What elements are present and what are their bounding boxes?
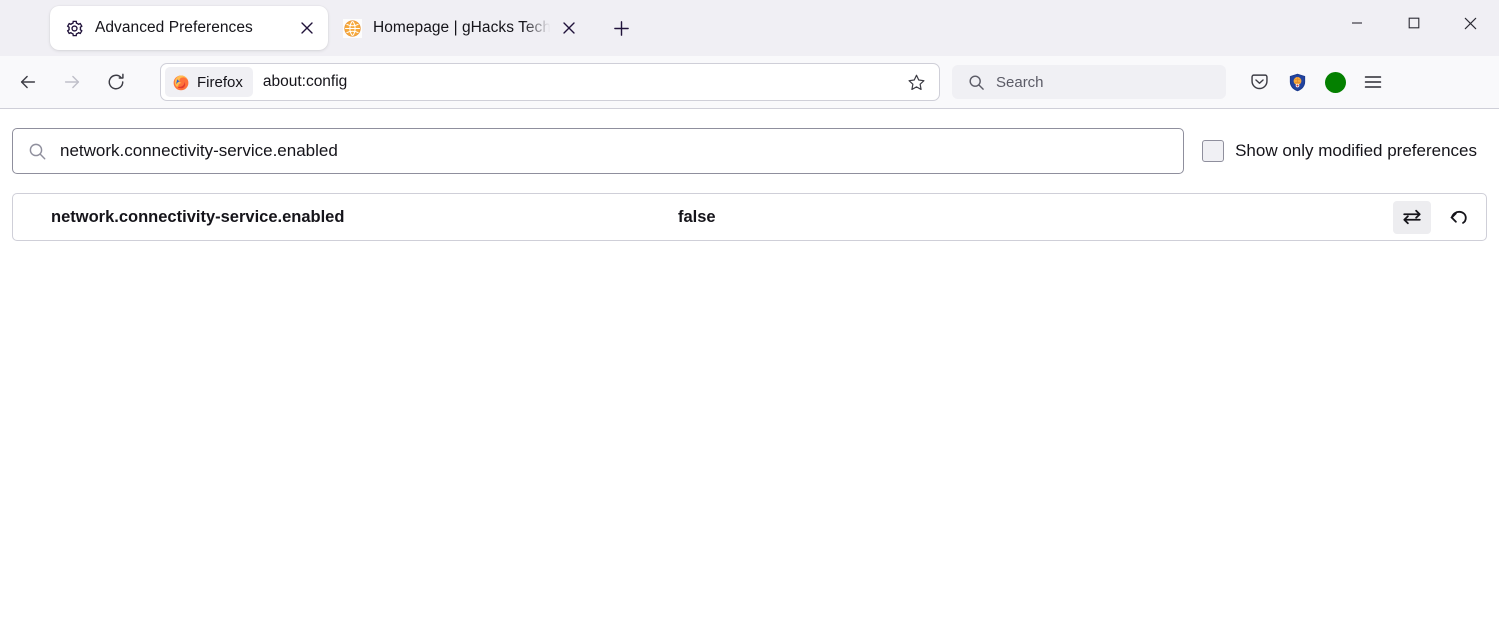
show-modified-checkbox[interactable] (1202, 140, 1224, 162)
close-icon[interactable] (556, 15, 582, 41)
identity-label: Firefox (197, 74, 243, 91)
reload-icon[interactable] (96, 64, 136, 100)
minimize-button[interactable] (1328, 0, 1385, 46)
tab-advanced-preferences[interactable]: Advanced Preferences (50, 6, 328, 50)
search-input[interactable]: network.connectivity-service.enabled (12, 128, 1184, 174)
new-tab-button[interactable] (604, 11, 638, 45)
search-icon (28, 142, 47, 161)
navigation-toolbar: Firefox about:config Search (0, 56, 1499, 109)
back-arrow-icon[interactable] (8, 64, 48, 100)
about-config-page: network.connectivity-service.enabled Sho… (0, 109, 1499, 632)
ghacks-globe-icon (342, 18, 362, 38)
forward-arrow-icon (52, 64, 92, 100)
star-icon[interactable] (899, 66, 933, 98)
table-row[interactable]: network.connectivity-service.enabled fal… (13, 194, 1486, 240)
window-controls (1328, 0, 1499, 56)
show-modified-preferences-toggle[interactable]: Show only modified preferences (1202, 140, 1487, 162)
hamburger-menu-icon[interactable] (1354, 64, 1392, 100)
firefox-logo-icon (172, 73, 190, 91)
preference-name: network.connectivity-service.enabled (13, 208, 678, 227)
tab-strip: Advanced Preferences Homepage | gHacks T… (0, 0, 1499, 56)
maximize-button[interactable] (1385, 0, 1442, 46)
account-status-dot (1325, 72, 1346, 93)
show-modified-label: Show only modified preferences (1235, 141, 1477, 161)
extension-shield-icon[interactable] (1278, 64, 1316, 100)
undo-reset-icon[interactable] (1440, 201, 1478, 234)
close-button[interactable] (1442, 0, 1499, 46)
tabs-container: Advanced Preferences Homepage | gHacks T… (0, 0, 1328, 56)
url-text[interactable]: about:config (263, 73, 899, 91)
preference-value: false (678, 208, 1393, 227)
search-icon (968, 74, 985, 91)
tab-title: Advanced Preferences (95, 19, 290, 37)
url-bar[interactable]: Firefox about:config (160, 63, 940, 101)
search-bar[interactable]: Search (952, 65, 1226, 99)
row-actions (1393, 201, 1478, 234)
filter-row: network.connectivity-service.enabled Sho… (0, 109, 1499, 174)
search-input-value: network.connectivity-service.enabled (60, 141, 338, 161)
account-circle-icon[interactable] (1316, 64, 1354, 100)
search-placeholder: Search (996, 74, 1044, 91)
preferences-table: network.connectivity-service.enabled fal… (12, 193, 1487, 241)
gear-icon (64, 18, 84, 38)
close-icon[interactable] (294, 15, 320, 41)
tab-title: Homepage | gHacks Technology News (373, 19, 552, 37)
toggle-arrows-icon[interactable] (1393, 201, 1431, 234)
pocket-icon[interactable] (1240, 64, 1278, 100)
identity-chip[interactable]: Firefox (165, 67, 253, 97)
tab-ghacks-homepage[interactable]: Homepage | gHacks Technology News (328, 6, 590, 50)
